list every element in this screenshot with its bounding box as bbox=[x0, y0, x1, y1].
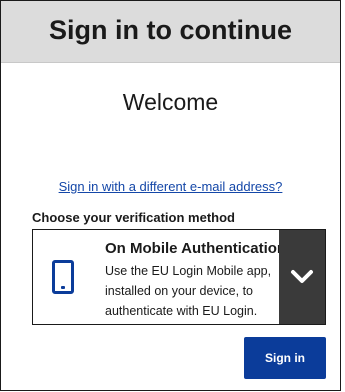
mobile-phone-icon bbox=[52, 260, 74, 294]
sign-in-button[interactable]: Sign in bbox=[244, 337, 326, 379]
method-description: Use the EU Login Mobile app, installed o… bbox=[105, 264, 272, 318]
verification-method-label: Choose your verification method bbox=[32, 210, 235, 225]
chevron-down-icon bbox=[291, 270, 313, 283]
page-title: Sign in to continue bbox=[49, 15, 292, 45]
sign-in-panel: Sign in to continue Welcome Sign in with… bbox=[0, 0, 341, 391]
method-dropdown-toggle[interactable] bbox=[279, 230, 325, 324]
different-email-link[interactable]: Sign in with a different e-mail address? bbox=[1, 179, 340, 194]
header-bar: Sign in to continue bbox=[1, 1, 340, 63]
method-title: On Mobile Authentication bbox=[105, 240, 287, 257]
verification-method-select[interactable]: On Mobile Authentication Use the EU Logi… bbox=[32, 229, 326, 325]
welcome-heading: Welcome bbox=[122, 89, 219, 115]
